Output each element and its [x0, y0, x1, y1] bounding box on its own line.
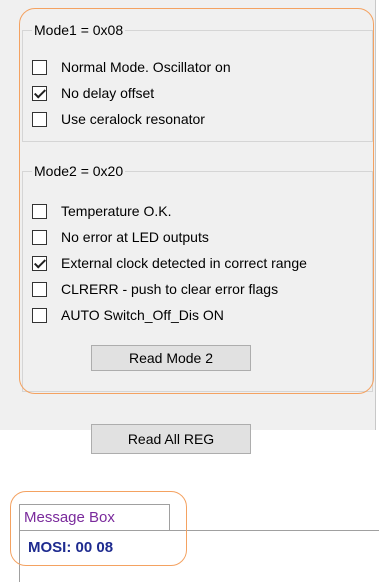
checkbox[interactable] [32, 307, 47, 323]
mode1-title: Mode1 = 0x08 [32, 22, 126, 38]
checkbox[interactable] [32, 203, 47, 219]
mode2-title: Mode2 = 0x20 [32, 163, 126, 179]
mode2-option-led-error[interactable]: No error at LED outputs [32, 228, 209, 246]
read-mode2-button[interactable]: Read Mode 2 [91, 345, 251, 371]
checkbox-label: Temperature O.K. [61, 203, 172, 219]
checkbox-label: CLRERR - push to clear error flags [61, 281, 279, 297]
tab-message-box[interactable]: Message Box [19, 504, 170, 530]
checkbox[interactable] [32, 229, 47, 245]
checkbox-label: AUTO Switch_Off_Dis ON [61, 307, 224, 323]
mode2-option-external-clock[interactable]: External clock detected in correct range [32, 254, 307, 272]
mode2-option-auto-switch-off[interactable]: AUTO Switch_Off_Dis ON [32, 306, 224, 324]
checkbox-label: No error at LED outputs [61, 229, 209, 245]
checkbox[interactable] [32, 281, 47, 297]
checkbox-label: Use ceralock resonator [61, 111, 205, 127]
mode1-option-no-delay-offset[interactable]: No delay offset [32, 84, 154, 102]
message-line: MOSI: 00 08 [28, 539, 114, 556]
mode1-option-ceralock[interactable]: Use ceralock resonator [32, 110, 205, 128]
read-all-reg-button[interactable]: Read All REG [91, 424, 251, 454]
mode2-option-clrerr[interactable]: CLRERR - push to clear error flags [32, 280, 278, 298]
message-box-area: MOSI: 00 08 [19, 530, 379, 582]
checkbox[interactable] [32, 59, 47, 75]
checkbox[interactable] [32, 255, 47, 271]
checkbox[interactable] [32, 111, 47, 127]
mode1-option-normal-mode[interactable]: Normal Mode. Oscillator on [32, 58, 231, 76]
register-panel: Mode1 = 0x08 Normal Mode. Oscillator on … [0, 0, 376, 430]
checkbox-label: No delay offset [61, 85, 155, 101]
mode2-option-temperature[interactable]: Temperature O.K. [32, 202, 172, 220]
checkbox[interactable] [32, 85, 47, 101]
checkbox-label: External clock detected in correct range [61, 255, 307, 271]
checkbox-label: Normal Mode. Oscillator on [61, 59, 231, 75]
